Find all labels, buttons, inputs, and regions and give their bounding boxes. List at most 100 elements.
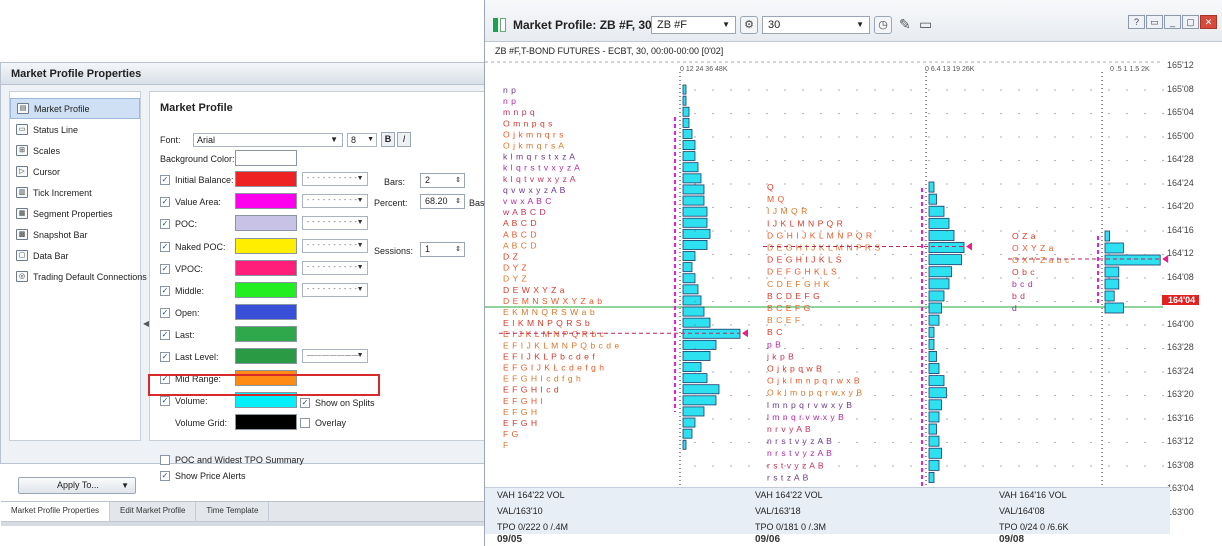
sessions-value: 1	[425, 244, 431, 254]
summary-val: VAL/163'18	[755, 506, 801, 516]
line-style-select[interactable]: - - - - - - - - - - ▼	[302, 216, 368, 230]
line-style-select[interactable]: - - - - - - - - - - ▼	[302, 172, 368, 186]
poc-widest-checkbox[interactable]	[160, 454, 170, 465]
grid-dot	[874, 206, 876, 209]
setting-checkbox[interactable]: ✓	[160, 218, 170, 229]
grid-dot	[1018, 89, 1020, 91]
setting-checkbox[interactable]: ✓	[160, 241, 170, 252]
setting-row[interactable]: Volume Grid:	[175, 414, 227, 431]
overlay-row[interactable]: Overlay	[300, 414, 346, 431]
volume-bar	[682, 406, 705, 417]
summary-vah: VAH 164'16 VOL	[999, 490, 1067, 500]
sidebar-item-segment-properties[interactable]: ▦ Segment Properties	[10, 203, 140, 224]
grid-dot	[946, 441, 948, 444]
tpo-letter-row: v w x A B C	[503, 196, 552, 206]
price-alerts-checkbox[interactable]: ✓	[160, 470, 170, 481]
market-profile-plot[interactable]: 0 12 24 36 48K 0 6.4 13 19 26K 0 .5 1 1.5 …	[485, 0, 1222, 546]
tpo-letter-row: E F G I J K L c d e f g h	[503, 363, 605, 373]
grid-dot	[1036, 230, 1038, 232]
grid-dot	[910, 253, 912, 256]
percent-spinner[interactable]: 68.20 ⇕	[420, 194, 465, 209]
grid-dot	[946, 277, 948, 279]
grid-dot	[1036, 159, 1038, 162]
line-style-select[interactable]: ——————— ▼	[302, 349, 368, 363]
color-swatch[interactable]	[235, 414, 297, 430]
show-on-splits-checkbox[interactable]: ✓	[300, 397, 310, 408]
grid-dot	[1108, 394, 1110, 397]
tpo-letter-row: D E W X Y Z a	[503, 285, 565, 295]
volume-bar	[928, 254, 962, 266]
sidebar-item-tick-increment[interactable]: ▥ Tick Increment	[10, 182, 140, 203]
setting-row[interactable]: ✓ Naked POC:	[160, 238, 226, 255]
grid-dot	[1000, 465, 1002, 467]
setting-checkbox[interactable]: ✓	[160, 196, 170, 207]
color-swatch[interactable]	[235, 215, 297, 231]
font-size-select[interactable]: 8 ▼	[347, 133, 377, 147]
segment-properties-icon: ▦	[16, 208, 28, 219]
color-swatch[interactable]	[235, 282, 297, 298]
italic-button[interactable]: I	[397, 132, 411, 147]
setting-checkbox[interactable]: ✓	[160, 351, 170, 362]
show-on-splits-row[interactable]: ✓ Show on Splits	[300, 394, 375, 411]
grid-dot	[784, 418, 786, 420]
color-swatch[interactable]	[235, 260, 297, 276]
sidebar-item-status-line[interactable]: ▭ Status Line	[10, 119, 140, 140]
sessions-spinner[interactable]: 1 ⇕	[420, 242, 465, 257]
grid-dot	[712, 89, 714, 91]
grid-dot	[694, 441, 696, 444]
setting-checkbox[interactable]: ✓	[160, 174, 170, 185]
line-style-select[interactable]: - - - - - - - - - - ▼	[302, 261, 368, 275]
line-style-select[interactable]: - - - - - - - - - - ▼	[302, 283, 368, 297]
setting-row[interactable]: ✓ Middle:	[160, 282, 204, 299]
color-swatch[interactable]	[235, 238, 297, 254]
sidebar-item-data-bar[interactable]: ▢ Data Bar	[10, 245, 140, 266]
setting-checkbox[interactable]: ✓	[160, 395, 170, 406]
color-swatch[interactable]	[235, 326, 297, 342]
tpo-letter-row: B C E F	[767, 315, 801, 325]
apply-to-button[interactable]: Apply To... ▼	[18, 477, 136, 494]
horizontal-scrollbar[interactable]	[1, 521, 491, 526]
setting-row[interactable]: ✓ Initial Balance:	[160, 171, 234, 188]
setting-row[interactable]: ✓ POC:	[160, 215, 197, 232]
grid-dot	[784, 183, 786, 185]
bold-button[interactable]: B	[381, 132, 395, 147]
color-swatch[interactable]	[235, 171, 297, 187]
color-swatch[interactable]	[235, 304, 297, 320]
grid-dot	[892, 347, 894, 350]
bars-spinner[interactable]: 2 ⇕	[420, 173, 465, 188]
grid-dot	[838, 394, 840, 397]
setting-checkbox[interactable]: ✓	[160, 263, 170, 274]
color-swatch[interactable]	[235, 193, 297, 209]
grid-dot	[856, 253, 858, 256]
setting-label: Volume Grid:	[175, 417, 228, 428]
overlay-checkbox[interactable]	[300, 417, 310, 428]
grid-dot	[982, 159, 984, 162]
sidebar-item-cursor[interactable]: ▷ Cursor	[10, 161, 140, 182]
setting-checkbox[interactable]: ✓	[160, 329, 170, 340]
setting-checkbox[interactable]: ✓	[160, 285, 170, 296]
tab-edit-market-profile[interactable]: Edit Market Profile	[110, 502, 197, 521]
grid-dot	[856, 300, 858, 303]
volume-bar	[682, 162, 699, 173]
price-alerts-row[interactable]: ✓ Show Price Alerts	[160, 467, 246, 484]
sidebar-item-snapshot-bar[interactable]: ▩ Snapshot Bar	[10, 224, 140, 245]
setting-checkbox[interactable]: ✓	[160, 307, 170, 318]
line-style-select[interactable]: - - - - - - - - - - ▼	[302, 239, 368, 253]
setting-row[interactable]: ✓ Last:	[160, 326, 195, 343]
tab-time-template[interactable]: Time Template	[196, 502, 270, 521]
poc-widest-row[interactable]: POC and Widest TPO Summary	[160, 451, 304, 468]
sidebar-item-market-profile[interactable]: ▤ Market Profile	[10, 98, 140, 119]
font-select[interactable]: Arial ▼	[193, 133, 343, 147]
price-tick-label: 164'00	[1167, 318, 1194, 329]
setting-row[interactable]: ✓ Open:	[160, 304, 200, 321]
setting-row[interactable]: ✓ Value Area:	[160, 193, 221, 210]
sidebar-item-trading-default-connections[interactable]: ◎ Trading Default Connections	[10, 266, 147, 287]
line-style-select[interactable]: - - - - - - - - - - ▼	[302, 194, 368, 208]
sidebar-item-scales[interactable]: ⊞ Scales	[10, 140, 140, 161]
color-swatch[interactable]	[235, 348, 297, 364]
setting-row[interactable]: ✓ Last Level:	[160, 348, 219, 365]
background-color-swatch[interactable]	[235, 150, 297, 166]
setting-row[interactable]: ✓ VPOC:	[160, 260, 203, 277]
tab-market-profile-properties[interactable]: Market Profile Properties	[1, 502, 111, 521]
grid-dot	[928, 371, 930, 373]
